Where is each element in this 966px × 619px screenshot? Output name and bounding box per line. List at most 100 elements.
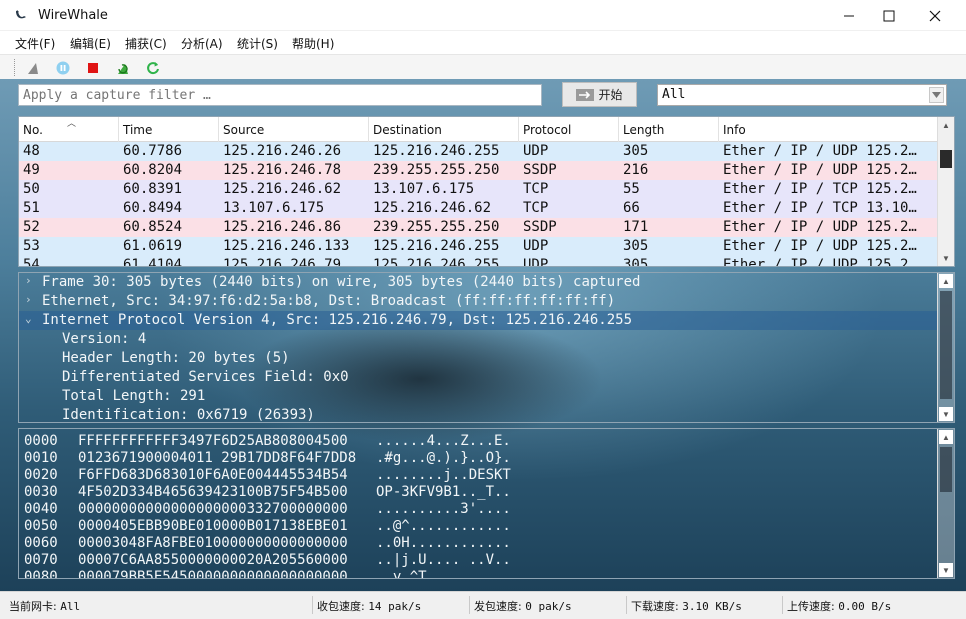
hex-ascii: ..y.^T.......... [376,569,511,579]
menu-edit[interactable]: 编辑(E) [70,35,111,52]
tree-node[interactable]: ⌄ Internet Protocol Version 4, Src: 125.2… [19,311,938,330]
chevron-down-icon[interactable] [929,87,944,103]
maximize-button[interactable] [866,0,912,31]
tree-node[interactable]: Total Length: 291 [19,387,938,406]
expanded-arrow-icon[interactable]: ⌄ [25,312,32,325]
hex-scrollbar[interactable]: ▲ ▼ [937,429,954,578]
close-icon [929,10,941,21]
cell-src: 125.216.246.86 [223,219,342,235]
cell-no: 53 [23,238,40,254]
hex-offset: 0060 [24,535,58,551]
cell-proto: TCP [523,181,549,197]
hex-ascii: ..........3'.... [376,501,511,517]
scroll-thumb[interactable] [940,447,952,492]
hex-ascii: ..@^............ [376,518,511,534]
tree-node[interactable]: Header Length: 20 bytes (5) [19,349,938,368]
interface-select-value: All [662,87,686,102]
cell-info: Ether / IP / UDP 125.2… [723,143,917,159]
menu-help[interactable]: 帮助(H) [292,35,334,52]
cell-src: 125.216.246.62 [223,181,342,197]
table-row[interactable]: 53 61.0619 125.216.246.133 125.216.246.255 U… [19,237,938,256]
table-row[interactable]: 51 60.8494 13.107.6.175 125.216.246.62 TCP 66… [19,199,938,218]
refresh-icon [147,61,159,74]
tree-node[interactable]: Version: 4 [19,330,938,349]
menu-capture[interactable]: 捕获(C) [125,35,167,52]
status-bar: 当前网卡: All 收包速度: 14 pak/s 发包速度: 0 pak/s 下… [0,591,966,619]
hex-bytes: FFFFFFFFFFFF3497F6D25AB808004500 [78,433,348,449]
cell-time: 60.8391 [123,181,183,197]
hex-row: 0050 0000405EBB90BE010000B017138EBE01 ..@^… [19,518,938,535]
cell-no: 50 [23,181,40,197]
cell-len: 171 [623,219,649,235]
column-header-destination[interactable]: Destination [369,117,519,142]
table-row[interactable]: 48 60.7786 125.216.246.26 125.216.246.255 UD… [19,142,938,161]
cell-dst: 239.255.255.250 [373,162,500,178]
pause-capture-button[interactable] [53,58,73,77]
menu-analyze[interactable]: 分析(A) [181,35,223,52]
start-capture-button[interactable] [23,58,43,77]
cell-time: 60.8204 [123,162,183,178]
collapsed-arrow-icon[interactable]: › [25,274,32,287]
capture-filter-input[interactable] [18,84,542,106]
column-header-source[interactable]: Source [219,117,369,142]
cell-info: Ether / IP / TCP 125.2… [723,181,917,197]
restart-capture-button[interactable] [113,58,133,77]
refresh-button[interactable] [143,58,163,77]
packet-list: No. ︿ Time Source Destination Protocol L… [18,116,955,267]
cell-info: Ether / IP / UDP 125.2… [723,257,917,267]
hex-ascii: ..|j.U.... ..V.. [376,552,511,568]
tree-node[interactable]: › Ethernet, Src: 34:97:f6:d2:5a:b8, Dst: … [19,292,938,311]
interface-select[interactable]: All [657,84,947,106]
window-title: WireWhale [38,8,108,23]
table-row[interactable]: 52 60.8524 125.216.246.86 239.255.255.250 SS… [19,218,938,237]
column-header-info[interactable]: Info [719,117,938,142]
scroll-down-icon[interactable]: ▼ [939,251,953,265]
table-row[interactable]: 49 60.8204 125.216.246.78 239.255.255.250 SS… [19,161,938,180]
tree-node[interactable]: › Frame 30: 305 bytes (2440 bits) on wire… [19,273,938,292]
cell-dst: 125.216.246.255 [373,257,500,267]
hex-bytes: 00007C6AA8550000000020A205560000 [78,552,348,568]
scroll-thumb[interactable] [940,150,952,168]
status-upload-rate: 上传速度: 0.00 B/s [787,600,892,613]
scroll-up-icon[interactable]: ▲ [939,274,953,288]
column-header-length[interactable]: Length [619,117,719,142]
title-bar: WireWhale [0,0,966,31]
table-row[interactable]: 50 60.8391 125.216.246.62 13.107.6.175 TCP 55… [19,180,938,199]
hex-ascii: ......4...Z...E. [376,433,511,449]
hex-offset: 0050 [24,518,58,534]
menu-file[interactable]: 文件(F) [15,35,55,52]
scroll-up-icon[interactable]: ▲ [939,430,953,444]
cell-src: 125.216.246.79 [223,257,342,267]
maximize-icon [883,10,895,21]
scroll-thumb[interactable] [940,291,952,399]
cell-info: Ether / IP / UDP 125.2… [723,219,917,235]
collapsed-arrow-icon[interactable]: › [25,293,32,306]
hex-dump: 0000 FFFFFFFFFFFF3497F6D25AB808004500....… [18,428,955,579]
hex-offset: 0030 [24,484,58,500]
tree-node[interactable]: Identification: 0x6719 (26393) [19,406,938,422]
menu-statistics[interactable]: 统计(S) [237,35,278,52]
toolbar [0,54,966,79]
hex-row: 0020 F6FFD683D683010F6A0E004445534B54....… [19,467,938,484]
tree-node-label: Differentiated Services Field: 0x0 [62,369,349,385]
column-header-protocol[interactable]: Protocol [519,117,619,142]
hex-offset: 0080 [24,569,58,579]
column-header-no[interactable]: No. ︿ [19,117,119,142]
scroll-down-icon[interactable]: ▼ [939,407,953,421]
column-header-time[interactable]: Time [119,117,219,142]
stop-icon [88,62,98,73]
stop-capture-button[interactable] [83,58,103,77]
scroll-up-icon[interactable]: ▲ [939,118,953,132]
cell-no: 54 [23,257,40,267]
start-button[interactable]: 开始 [562,82,637,107]
detail-scrollbar[interactable]: ▲ ▼ [937,273,954,422]
cell-dst: 125.216.246.255 [373,143,500,159]
app-logo-icon [13,7,29,23]
packet-list-scrollbar[interactable]: ▲ ▼ [937,117,954,266]
scroll-down-icon[interactable]: ▼ [939,563,953,577]
close-button[interactable] [912,0,958,31]
cell-dst: 239.255.255.250 [373,219,500,235]
hex-offset: 0020 [24,467,58,483]
table-row[interactable]: 54 61.4104 125.216.246.79 125.216.246.255 UD… [19,256,938,267]
tree-node[interactable]: Differentiated Services Field: 0x0 [19,368,938,387]
